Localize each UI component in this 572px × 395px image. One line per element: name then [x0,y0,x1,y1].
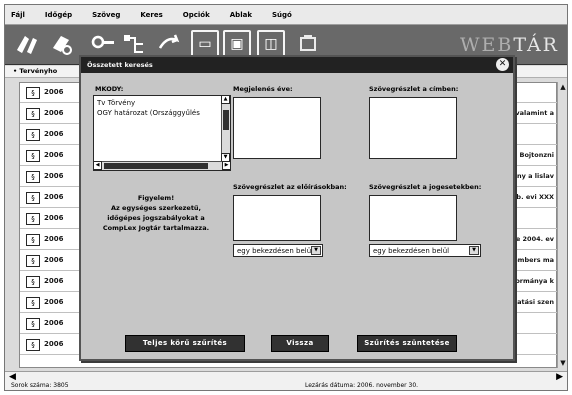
row-title-tail: lembers ma [511,256,554,264]
key-icon[interactable] [89,30,117,58]
chevron-down-icon[interactable]: ▼ [311,246,321,255]
text-rules-field[interactable] [233,195,321,241]
law-document-icon: § [26,87,40,99]
law-document-icon: § [26,192,40,204]
dialog-titlebar: Összetett keresés ✕ [81,57,513,73]
law-document-icon: § [26,171,40,183]
law-document-icon: § [26,108,40,120]
menu-bar: Fájl Időgép Szöveg Keres Opciók Ablak Sú… [5,5,567,25]
clear-filter-button[interactable]: Szűrítés szüntetése [357,335,457,352]
text-rules-label: Szövegrészlet az előírásokban: [233,183,347,191]
note-line: Figyelem! [137,194,175,202]
law-document-icon: § [26,234,40,246]
case-scope-select[interactable]: egy bekezdésen belül ▼ [369,244,481,257]
scroll-left-icon[interactable]: ◀ [93,161,102,170]
menu-time[interactable]: Időgép [45,11,72,19]
row-year: 2006 [44,172,64,180]
row-year: 2006 [44,340,64,348]
menu-search[interactable]: Keres [140,11,162,19]
row-year: 2006 [44,193,64,201]
row-year: 2006 [44,235,64,243]
dialog-title: Összetett keresés [87,61,153,69]
row-title-tail: s,valamint a [509,109,554,117]
note-line: Az egységes szerkezetű, [110,204,202,212]
row-year: 2006 [44,298,64,306]
mkody-label: MKODY: [95,85,124,93]
list-scrollbar[interactable]: ▲ ▼ [557,82,567,368]
arrow-icon[interactable] [155,30,183,58]
issue-year-label: Megjelenés éve: [233,85,293,93]
list-item[interactable]: Tv Törvény [97,99,135,107]
scroll-thumb[interactable] [223,110,229,130]
scroll-down-icon[interactable]: ▼ [558,358,567,368]
advanced-search-dialog: Összetett keresés ✕ MKODY: Tv Törvény OG… [79,55,515,361]
back-button[interactable]: Vissza [271,335,329,352]
document-edit-icon[interactable]: ◫ [257,30,285,58]
tree-icon[interactable] [121,30,149,58]
menu-options[interactable]: Opciók [183,11,210,19]
chevron-down-icon[interactable]: ▼ [469,246,479,255]
text-title-label: Szövegrészlet a címben: [369,85,459,93]
menu-window[interactable]: Ablak [230,11,252,19]
row-year: 2006 [44,109,64,117]
row-title-tail: Kormánya k [510,277,554,285]
law-document-icon: § [26,276,40,288]
law-document-icon: § [26,213,40,225]
note-line: időgépes jogszabályokat a [107,214,205,222]
listbox-vscroll[interactable]: ▲ ▼ [221,95,230,162]
status-bar: ◀ ▶ Sorok száma: 3805 Lezárás dátuma: 20… [5,371,567,390]
nav-left-icon[interactable]: ◀ [9,372,16,382]
hscroll-thumb[interactable] [104,163,208,169]
law-document-icon: § [26,339,40,351]
scroll-up-icon[interactable]: ▲ [558,82,567,92]
close-date: Lezárás dátuma: 2006. november 30. [305,382,419,389]
warning-note: Figyelem! Az egységes szerkezetű, időgép… [97,193,215,233]
app-window: Fájl Időgép Szöveg Keres Opciók Ablak Sú… [4,4,568,391]
text-case-label: Szövegrészlet a jogesetekben: [369,183,482,191]
note-line: CompLex Jogtár tartalmazza. [102,224,210,232]
tab-laws[interactable]: • Tervényho [13,67,57,75]
select-value: egy bekezdésen belül [237,247,314,255]
law-document-icon: § [26,255,40,267]
close-icon[interactable]: ✕ [496,58,509,71]
row-year: 2006 [44,151,64,159]
row-year: 2006 [44,130,64,138]
full-filter-button[interactable]: Teljes körű szűrítés [125,335,245,352]
mkody-listbox[interactable]: Tv Törvény OGY határozat (Országgyűlés ▲… [93,95,231,171]
law-document-icon: § [26,318,40,330]
select-value: egy bekezdésen belül [373,247,450,255]
scroll-right-icon[interactable]: ▶ [222,161,231,170]
menu-text[interactable]: Szöveg [92,11,120,19]
listbox-hscroll[interactable]: ◀ ▶ [93,161,231,170]
print-icon[interactable] [295,30,323,58]
row-year: 2006 [44,214,64,222]
text-case-field[interactable] [369,195,457,241]
row-year: 2006 [44,88,64,96]
text-title-field[interactable] [369,97,457,159]
row-title-tail: Bojtonzni [519,151,555,159]
rules-scope-select[interactable]: egy bekezdésen belül ▼ [233,244,323,257]
books-icon[interactable] [13,30,41,58]
issue-year-field[interactable] [233,97,321,159]
row-count: Sorok száma: 3805 [11,382,69,389]
document-icon[interactable]: ▭ [191,30,219,58]
document-copy-icon[interactable]: ▣ [223,30,251,58]
law-document-icon: § [26,297,40,309]
row-year: 2006 [44,256,64,264]
menu-help[interactable]: Súgó [272,11,292,19]
nav-right-icon[interactable]: ▶ [556,372,563,382]
law-document-icon: § [26,129,40,141]
row-year: 2006 [44,319,64,327]
book-search-icon[interactable] [49,30,77,58]
row-year: 2006 [44,277,64,285]
menu-file[interactable]: Fájl [11,11,25,19]
scroll-up-icon[interactable]: ▲ [221,95,230,104]
row-title-tail: Vb. evi XXX [511,193,554,201]
law-document-icon: § [26,150,40,162]
list-item[interactable]: OGY határozat (Országgyűlés [97,109,200,117]
